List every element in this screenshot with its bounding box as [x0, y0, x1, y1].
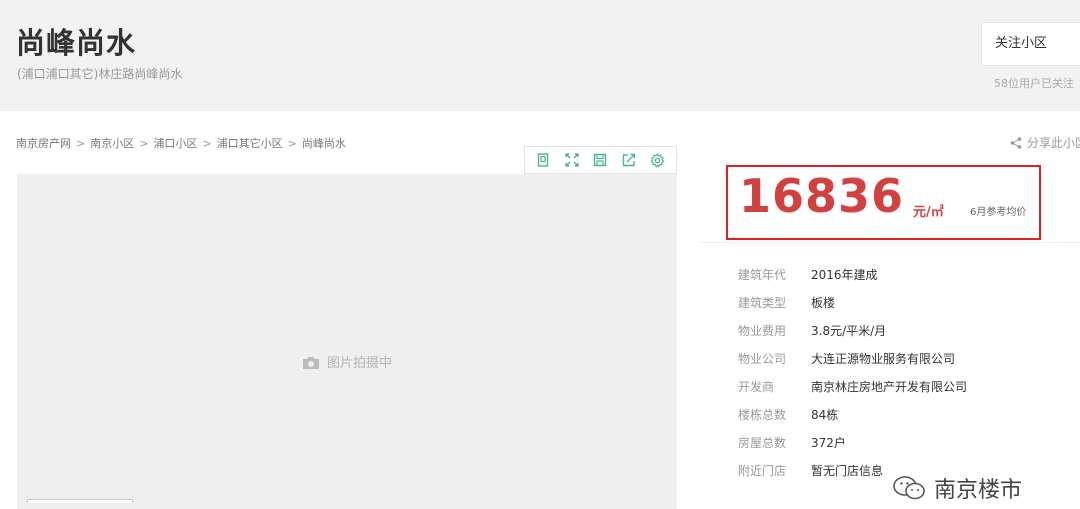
fullscreen-icon[interactable]: [564, 152, 580, 168]
share-out-icon[interactable]: [621, 152, 637, 168]
thumbnail-strip[interactable]: [27, 499, 133, 503]
info-value: 84栋: [811, 408, 839, 422]
info-row-build-year: 建筑年代 2016年建成: [738, 266, 967, 294]
watermark-text: 南京楼市: [934, 478, 1023, 503]
community-info-list: 建筑年代 2016年建成 建筑类型 板楼 物业费用 3.8元/平米/月 物业公司 大连正…: [738, 266, 967, 490]
breadcrumb-separator: >: [76, 137, 86, 150]
info-row-property-company: 物业公司 大连正源物业服务有限公司: [738, 350, 967, 378]
section-divider: [700, 242, 1080, 243]
wechat-icon: [893, 476, 925, 500]
info-value: 372户: [811, 436, 846, 450]
info-label: 物业公司: [738, 352, 787, 366]
breadcrumb-link-nanjing-community[interactable]: 南京小区: [90, 137, 134, 150]
camera-icon: [303, 357, 319, 369]
info-label: 附近门店: [738, 464, 787, 478]
breadcrumb-separator: >: [139, 137, 149, 150]
share-icon: [1010, 137, 1022, 149]
price-unit: 元/㎡: [913, 205, 944, 220]
image-toolbar: [524, 146, 677, 174]
follow-community-button[interactable]: 关注小区: [981, 22, 1080, 66]
info-row-property-fee: 物业费用 3.8元/平米/月: [738, 322, 967, 350]
info-label: 楼栋总数: [738, 408, 787, 422]
info-value: 南京林庄房地产开发有限公司: [811, 380, 968, 394]
settings-icon[interactable]: [650, 152, 666, 168]
info-value: 板楼: [811, 296, 836, 310]
page-header: 尚峰尚水 (浦口浦口其它)林庄路尚峰尚水 关注小区 58位用户已关注: [0, 0, 1080, 111]
breadcrumb-separator: >: [287, 137, 297, 150]
save-icon[interactable]: [592, 152, 608, 168]
breadcrumb-link-nanjing-house[interactable]: 南京房产网: [16, 137, 71, 150]
community-title: 尚峰尚水: [16, 26, 137, 60]
breadcrumb-current: 尚峰尚水: [301, 137, 346, 150]
follow-count-text: 58位用户已关注: [994, 77, 1074, 90]
info-row-developer: 开发商 南京林庄房地产开发有限公司: [738, 378, 967, 406]
info-row-building-count: 楼栋总数 84栋: [738, 406, 967, 434]
breadcrumb-separator: >: [202, 137, 212, 150]
watermark: 南京楼市: [892, 472, 1022, 504]
info-row-house-count: 房屋总数 372户: [738, 434, 967, 462]
community-photo-viewer[interactable]: [17, 174, 677, 509]
info-label: 开发商: [738, 380, 775, 394]
info-value: 暂无门店信息: [811, 464, 884, 478]
share-label: 分享此小区: [1027, 136, 1080, 150]
info-label: 建筑类型: [738, 296, 787, 310]
photo-placeholder: 图片拍摄中: [302, 352, 392, 371]
breadcrumb-link-pukou-community[interactable]: 浦口小区: [153, 137, 197, 150]
info-row-build-type: 建筑类型 板楼: [738, 294, 967, 322]
average-price: 16836: [739, 169, 905, 223]
share-community-link[interactable]: 分享此小区: [1010, 134, 1080, 151]
community-address: (浦口浦口其它)林庄路尚峰尚水: [17, 67, 183, 81]
info-label: 房屋总数: [738, 436, 787, 450]
price-box: 16836 元/㎡ 6月参考均价: [726, 165, 1041, 240]
breadcrumb: 南京房产网 > 南京小区 > 浦口小区 > 浦口其它小区 > 尚峰尚水: [16, 135, 346, 151]
breadcrumb-link-pukou-other[interactable]: 浦口其它小区: [217, 137, 283, 150]
floorplan-icon[interactable]: [535, 152, 551, 168]
info-value: 大连正源物业服务有限公司: [811, 352, 956, 366]
price-note: 6月参考均价: [970, 207, 1027, 218]
info-value: 2016年建成: [811, 268, 878, 282]
photo-placeholder-text: 图片拍摄中: [327, 356, 393, 371]
info-value: 3.8元/平米/月: [811, 324, 887, 338]
info-label: 物业费用: [738, 324, 787, 338]
info-label: 建筑年代: [738, 268, 787, 282]
